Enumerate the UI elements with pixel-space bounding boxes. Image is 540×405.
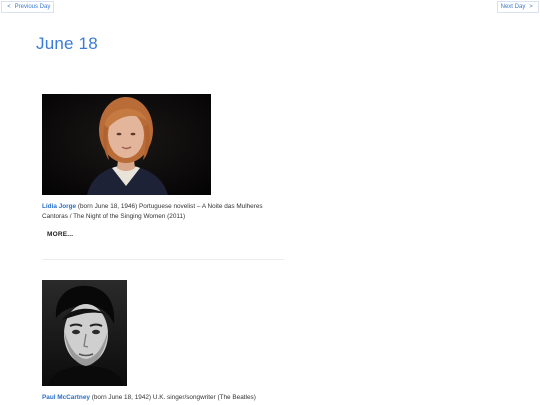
birthday-entry: Paul McCartney (born June 18, 1942) U.K.… <box>42 280 284 403</box>
chevron-right-icon: > <box>529 4 533 10</box>
next-day-label: Next Day <box>500 4 526 10</box>
next-day-button[interactable]: Next Day > <box>496 1 539 13</box>
previous-day-button[interactable]: < Previous Day <box>1 1 55 13</box>
entry-caption: Lídia Jorge (born June 18, 1946) Portugu… <box>42 202 284 222</box>
page-title: June 18 <box>36 34 98 53</box>
previous-day-label: Previous Day <box>14 4 51 10</box>
entry-caption: Paul McCartney (born June 18, 1942) U.K.… <box>42 393 284 403</box>
entry-description: (born June 18, 1942) U.K. singer/songwri… <box>89 394 256 401</box>
author-photo[interactable] <box>42 94 211 195</box>
entry-description: (born June 18, 1946) Portuguese novelist… <box>42 203 263 220</box>
chevron-left-icon: < <box>7 4 11 10</box>
person-link[interactable]: Lídia Jorge <box>42 203 76 210</box>
entry-divider <box>42 259 284 260</box>
singer-photo[interactable] <box>42 280 127 386</box>
portrait-image <box>42 94 211 195</box>
more-button[interactable]: MORE... <box>47 231 73 238</box>
page: < Previous Day Next Day > June 18 Lídia … <box>0 0 540 405</box>
portrait-image <box>42 280 127 386</box>
birthday-entry: Lídia Jorge (born June 18, 1946) Portugu… <box>42 94 284 241</box>
person-link[interactable]: Paul McCartney <box>42 394 90 401</box>
